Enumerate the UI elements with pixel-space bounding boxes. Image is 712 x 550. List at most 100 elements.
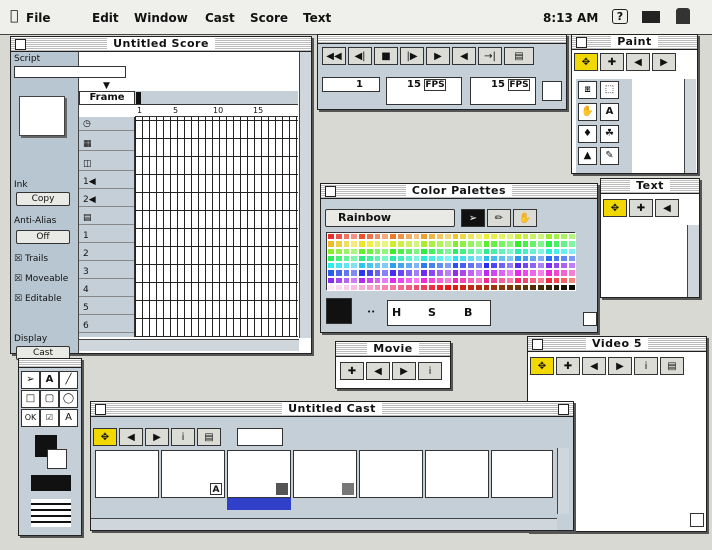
paint-titlebar[interactable]: Paint bbox=[572, 35, 697, 50]
color-swatch[interactable] bbox=[365, 233, 374, 241]
color-swatch[interactable] bbox=[505, 283, 514, 291]
color-swatch[interactable] bbox=[521, 254, 530, 262]
color-swatch[interactable] bbox=[350, 276, 359, 284]
color-swatch[interactable] bbox=[474, 233, 483, 241]
color-swatch[interactable] bbox=[435, 254, 444, 262]
color-swatch[interactable] bbox=[420, 269, 429, 277]
color-swatch[interactable] bbox=[443, 247, 452, 255]
menu-window[interactable]: Window bbox=[134, 11, 188, 25]
color-swatch[interactable] bbox=[443, 240, 452, 248]
color-swatch[interactable] bbox=[529, 269, 538, 277]
color-swatch[interactable] bbox=[498, 269, 506, 277]
color-swatch[interactable] bbox=[381, 240, 390, 248]
color-swatch[interactable] bbox=[342, 233, 351, 241]
cast-slot[interactable]: A bbox=[161, 450, 225, 498]
grow-box-icon[interactable] bbox=[690, 513, 704, 527]
color-swatch[interactable] bbox=[327, 254, 335, 262]
info-button[interactable]: i bbox=[171, 428, 195, 446]
hsb-controls[interactable]: H S B bbox=[387, 300, 491, 326]
color-swatch[interactable] bbox=[537, 233, 545, 241]
next-button[interactable]: ▶ bbox=[145, 428, 169, 446]
next-button[interactable]: ▶ bbox=[392, 362, 416, 380]
color-swatch[interactable] bbox=[560, 240, 569, 248]
color-swatch[interactable] bbox=[451, 247, 460, 255]
color-swatch[interactable] bbox=[459, 233, 468, 241]
color-swatch[interactable] bbox=[498, 262, 506, 270]
color-swatch[interactable] bbox=[342, 269, 351, 277]
color-swatch[interactable] bbox=[350, 283, 359, 291]
color-swatch[interactable] bbox=[537, 276, 545, 284]
sound-channel-2[interactable]: 2◀ bbox=[79, 193, 134, 207]
selected-cast-label[interactable] bbox=[227, 498, 291, 510]
color-swatch[interactable] bbox=[467, 254, 475, 262]
color-swatch[interactable] bbox=[568, 262, 576, 270]
color-swatch[interactable] bbox=[505, 240, 514, 248]
color-swatch[interactable] bbox=[490, 254, 499, 262]
color-swatch[interactable] bbox=[490, 283, 499, 291]
marquee-tool-icon[interactable]: ⬚ bbox=[600, 81, 619, 99]
color-swatch[interactable] bbox=[490, 269, 499, 277]
color-swatch[interactable] bbox=[474, 247, 483, 255]
cast-titlebar[interactable]: Untitled Cast bbox=[91, 402, 573, 417]
color-swatch[interactable] bbox=[397, 240, 405, 248]
step-back-button[interactable]: ◀| bbox=[348, 47, 372, 65]
score-vertical-scrollbar[interactable] bbox=[299, 52, 311, 338]
arrow-tool-icon[interactable]: ➢ bbox=[461, 209, 485, 227]
control-panel-titlebar[interactable] bbox=[318, 35, 566, 44]
color-swatch[interactable] bbox=[498, 276, 506, 284]
color-swatch[interactable] bbox=[381, 254, 390, 262]
color-swatch[interactable] bbox=[397, 269, 405, 277]
paint-scrollbar[interactable] bbox=[684, 79, 696, 173]
color-swatch[interactable] bbox=[334, 247, 343, 255]
color-swatch[interactable] bbox=[365, 276, 374, 284]
cast-member-name-field[interactable] bbox=[237, 428, 283, 446]
color-swatch[interactable] bbox=[498, 240, 506, 248]
color-swatch[interactable] bbox=[373, 269, 382, 277]
color-swatch[interactable] bbox=[529, 240, 538, 248]
color-swatch[interactable] bbox=[358, 283, 366, 291]
playback-head-row[interactable] bbox=[135, 91, 298, 105]
tools-titlebar[interactable] bbox=[19, 359, 81, 368]
eyedropper-icon[interactable]: ✏ bbox=[487, 209, 511, 227]
color-swatch[interactable] bbox=[513, 233, 522, 241]
sprite-channel-6[interactable]: 6 bbox=[79, 319, 134, 333]
color-swatch[interactable] bbox=[529, 247, 538, 255]
color-swatch[interactable] bbox=[435, 233, 444, 241]
color-swatch[interactable] bbox=[537, 254, 545, 262]
menu-file[interactable]: File bbox=[26, 11, 51, 25]
tempo-display[interactable]: 15 FPS bbox=[386, 77, 462, 105]
color-swatch[interactable] bbox=[552, 233, 561, 241]
color-swatch[interactable] bbox=[513, 283, 522, 291]
color-swatch[interactable] bbox=[451, 233, 460, 241]
color-swatch[interactable] bbox=[552, 254, 561, 262]
color-swatch[interactable] bbox=[397, 254, 405, 262]
color-swatch[interactable] bbox=[544, 276, 553, 284]
color-swatch[interactable] bbox=[537, 240, 545, 248]
color-swatch[interactable] bbox=[521, 233, 530, 241]
color-swatch[interactable] bbox=[521, 276, 530, 284]
drag-window-button[interactable]: ✥ bbox=[530, 357, 554, 375]
color-swatch[interactable] bbox=[420, 262, 429, 270]
color-swatch[interactable] bbox=[342, 240, 351, 248]
color-swatch[interactable] bbox=[435, 283, 444, 291]
color-swatch[interactable] bbox=[529, 283, 538, 291]
color-swatch[interactable] bbox=[529, 254, 538, 262]
color-swatch[interactable] bbox=[490, 240, 499, 248]
script-field[interactable] bbox=[14, 66, 126, 78]
color-swatch[interactable] bbox=[552, 262, 561, 270]
text-tool-icon[interactable]: A bbox=[600, 103, 619, 121]
stage-color-chip[interactable] bbox=[542, 81, 562, 101]
color-swatch[interactable] bbox=[350, 254, 359, 262]
rectangle-tool-icon[interactable]: □ bbox=[21, 390, 40, 408]
color-swatch[interactable] bbox=[474, 240, 483, 248]
apple-menu-icon[interactable]:  bbox=[10, 8, 18, 24]
transition-channel[interactable]: ◫ bbox=[79, 157, 134, 171]
color-swatch[interactable] bbox=[443, 276, 452, 284]
color-swatch[interactable] bbox=[505, 262, 514, 270]
monitor-icon[interactable] bbox=[642, 11, 660, 23]
color-swatch-grid[interactable] bbox=[326, 232, 576, 291]
color-swatch[interactable] bbox=[467, 262, 475, 270]
color-swatch[interactable] bbox=[412, 254, 421, 262]
color-swatch[interactable] bbox=[412, 233, 421, 241]
color-swatch[interactable] bbox=[474, 276, 483, 284]
